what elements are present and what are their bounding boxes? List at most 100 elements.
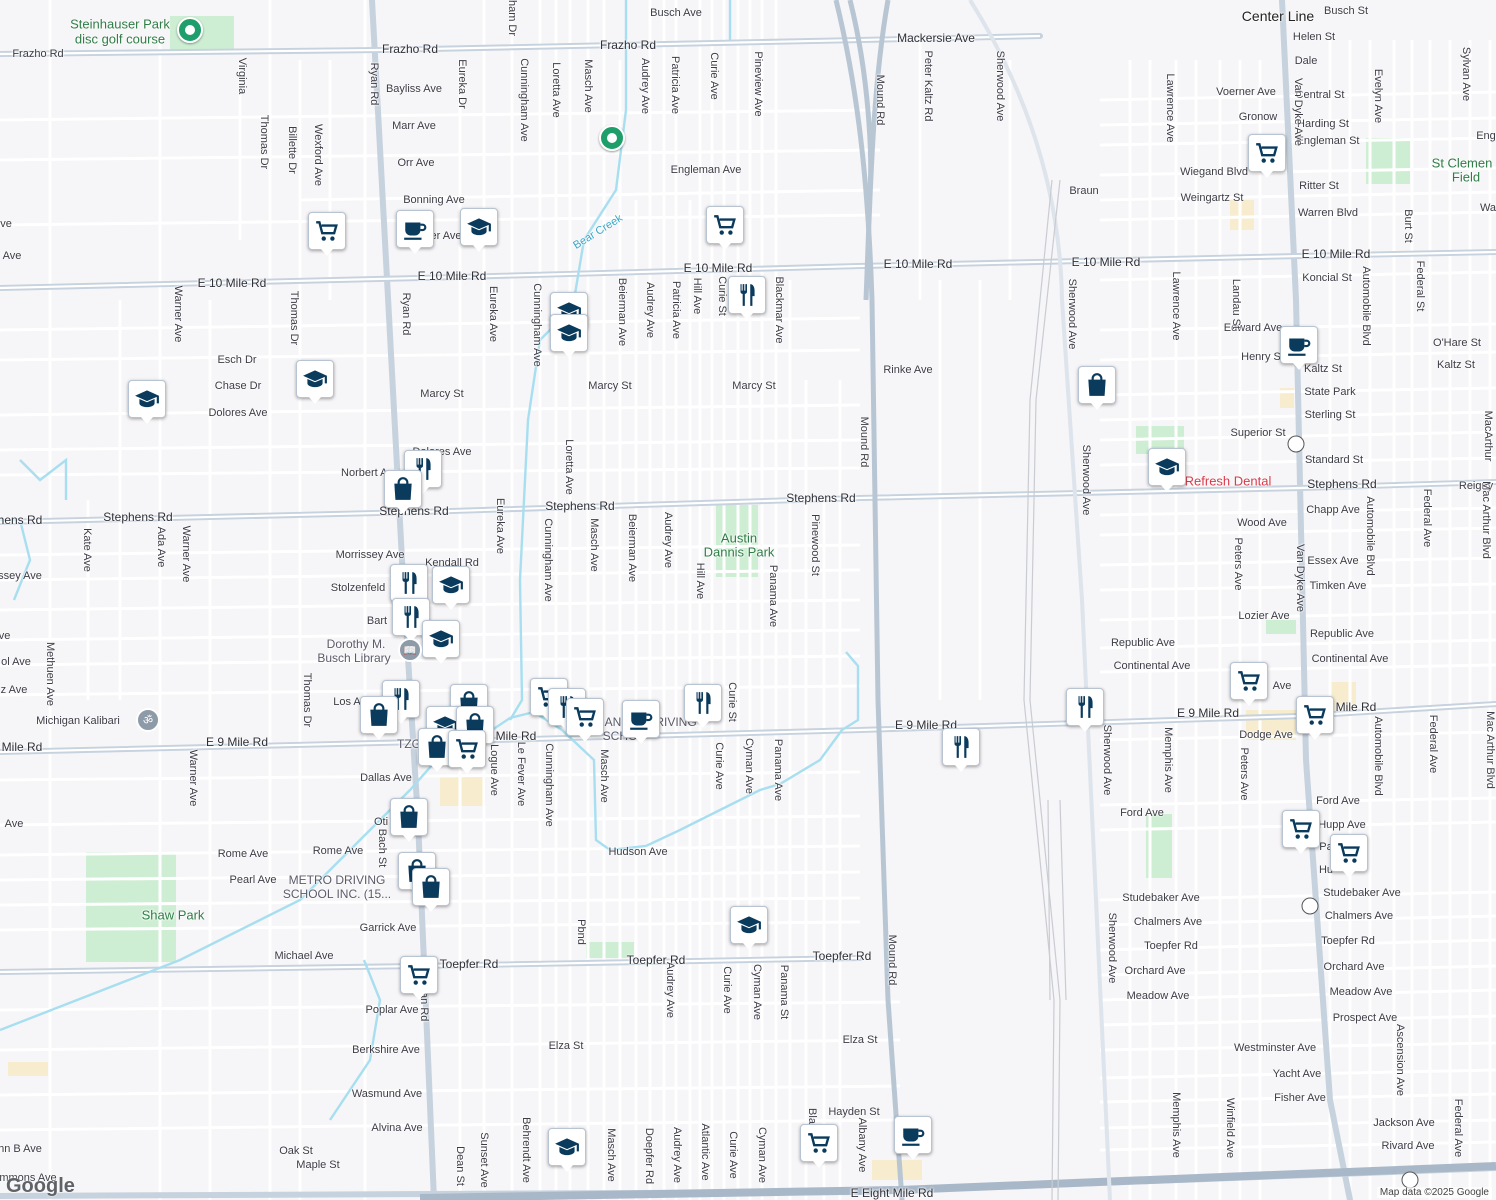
- map-label: Logue Ave: [488, 744, 500, 796]
- map-label: Cunningham Ave: [518, 58, 530, 142]
- map-pin-school[interactable]: [128, 380, 166, 424]
- map-pin-cart[interactable]: [1296, 696, 1334, 740]
- map-label: SCHOOL INC. (15...: [282, 887, 392, 901]
- map-pin-school[interactable]: [1148, 448, 1186, 492]
- park-place-pin[interactable]: [599, 125, 625, 151]
- map-pin-school[interactable]: [730, 906, 768, 950]
- map-label: Ave: [2, 250, 22, 262]
- map-label: z Ave: [0, 684, 28, 696]
- map-pin-cart[interactable]: [1282, 810, 1320, 854]
- map-label: Masch Ave: [605, 1128, 617, 1182]
- map-label: Continental Ave: [1113, 660, 1191, 672]
- map-label: hens Rd: [0, 513, 43, 527]
- map-label: E Eight Mile Rd: [850, 1186, 934, 1200]
- map-label: Rome Ave: [312, 845, 364, 857]
- map-label: Marr Ave: [392, 120, 436, 132]
- map-pin-cart[interactable]: [400, 956, 438, 1000]
- map-label: Audrey Ave: [644, 281, 656, 339]
- map-pin-fork[interactable]: [390, 564, 428, 608]
- map-label: Elza St: [548, 1040, 584, 1052]
- map-label: Toepfer Rd: [1144, 940, 1198, 952]
- graduation-cap-icon: [736, 912, 762, 938]
- map-label: Masch Ave: [582, 59, 594, 113]
- map-label: Mackersie Ave: [897, 31, 975, 45]
- map-label: Masch Ave: [588, 518, 600, 572]
- shopping-bag-icon: [366, 702, 392, 728]
- map-label: Orchard Ave: [1124, 965, 1186, 977]
- map-label: Weingartz St: [1180, 192, 1244, 204]
- map-label: Wexford Ave: [312, 124, 324, 186]
- map-label: Billette Dr: [286, 126, 298, 174]
- park-place-pin[interactable]: [177, 17, 203, 43]
- map-pin-school[interactable]: [550, 314, 588, 358]
- map-pin-bag[interactable]: [412, 868, 450, 912]
- map-pin-bag[interactable]: [360, 696, 398, 740]
- map-label: Westminster Ave: [1233, 1042, 1317, 1054]
- map-label: E 10 Mile Rd: [417, 269, 487, 283]
- map-label: Engleman Ave: [670, 164, 742, 176]
- shopping-cart-icon: [454, 736, 480, 762]
- map-pin-fork[interactable]: [942, 728, 980, 772]
- map-label: Stephens Rd: [1307, 477, 1377, 491]
- map-pin-cart[interactable]: [566, 698, 604, 742]
- map-label: Kaltz St: [1437, 359, 1475, 371]
- map-label: Thomas Dr: [258, 114, 270, 170]
- map-pin-cup[interactable]: [1280, 326, 1318, 370]
- library-icon[interactable]: 📖: [398, 638, 422, 662]
- map-label: Dallas Ave: [360, 772, 412, 784]
- map-label: Landau St: [1230, 278, 1242, 330]
- map-pin-cart[interactable]: [1230, 662, 1268, 706]
- map-label: Republic Ave: [1309, 628, 1375, 640]
- map-label: Winfield Ave: [1224, 1097, 1236, 1159]
- map-pin-bag[interactable]: [390, 798, 428, 842]
- google-logo: Google: [6, 1175, 75, 1197]
- map-label: Frazho Rd: [12, 48, 64, 60]
- map-pin-cart[interactable]: [1330, 834, 1368, 878]
- map-label: Yacht Ave: [1272, 1068, 1322, 1080]
- map-label: Marcy St: [732, 380, 776, 392]
- map-label: E 10 Mile Rd: [1071, 255, 1141, 269]
- map-label: Curie St: [716, 276, 728, 316]
- map-label: Wood Ave: [1237, 517, 1287, 529]
- map-pin-bag[interactable]: [1078, 366, 1116, 410]
- map-label: Busch Ave: [650, 7, 702, 19]
- map-pin-school[interactable]: [296, 360, 334, 404]
- graduation-cap-icon: [134, 386, 160, 412]
- map-label: Voerner Ave: [1216, 86, 1276, 98]
- map-label: Ford Ave: [1316, 795, 1360, 807]
- shopping-cart-icon: [1288, 816, 1314, 842]
- map-label: Studebaker Ave: [1323, 887, 1401, 899]
- map-pin-cup[interactable]: [894, 1116, 932, 1160]
- map-pin-cart[interactable]: [1248, 134, 1286, 178]
- map-pin-cart[interactable]: [706, 206, 744, 250]
- map-pin-fork[interactable]: [1066, 688, 1104, 732]
- map-pin-cart[interactable]: [448, 730, 486, 774]
- map-canvas[interactable]: Center Line Busch Ave Busch St Steinhauser …: [0, 0, 1496, 1200]
- map-label: Standard St: [1304, 454, 1364, 466]
- map-label: Henry S: [1241, 351, 1281, 363]
- map-pin-cart[interactable]: [308, 212, 346, 256]
- map-label: Cyman Ave: [756, 1126, 768, 1184]
- map-label: Van Dyke Ave: [1292, 77, 1304, 147]
- map-pin-school[interactable]: [460, 208, 498, 252]
- map-label: Masch Ave: [598, 749, 610, 803]
- map-attribution: Map data ©2025 Google: [1376, 1187, 1492, 1198]
- map-label: Eureka Ave: [487, 285, 499, 343]
- map-label: Mound Rd: [886, 934, 898, 986]
- map-pin-bag[interactable]: [384, 470, 422, 514]
- shopping-bag-icon: [390, 476, 416, 502]
- map-label: Eng: [1476, 130, 1496, 142]
- map-pin-fork[interactable]: [728, 276, 766, 320]
- map-pin-school[interactable]: [548, 1128, 586, 1172]
- map-label: Shaw Park: [141, 907, 205, 923]
- map-pin-school[interactable]: [432, 566, 470, 610]
- graduation-cap-icon: [302, 366, 328, 392]
- map-label: Marcy St: [588, 380, 632, 392]
- map-pin-cup[interactable]: [622, 700, 660, 744]
- map-pin-school[interactable]: [422, 620, 460, 664]
- map-label: Patricia Ave: [670, 281, 682, 339]
- map-pin-cup[interactable]: [396, 210, 434, 254]
- map-pin-cart[interactable]: [800, 1124, 838, 1168]
- map-pin-fork[interactable]: [684, 684, 722, 728]
- temple-icon[interactable]: ॐ: [136, 708, 160, 732]
